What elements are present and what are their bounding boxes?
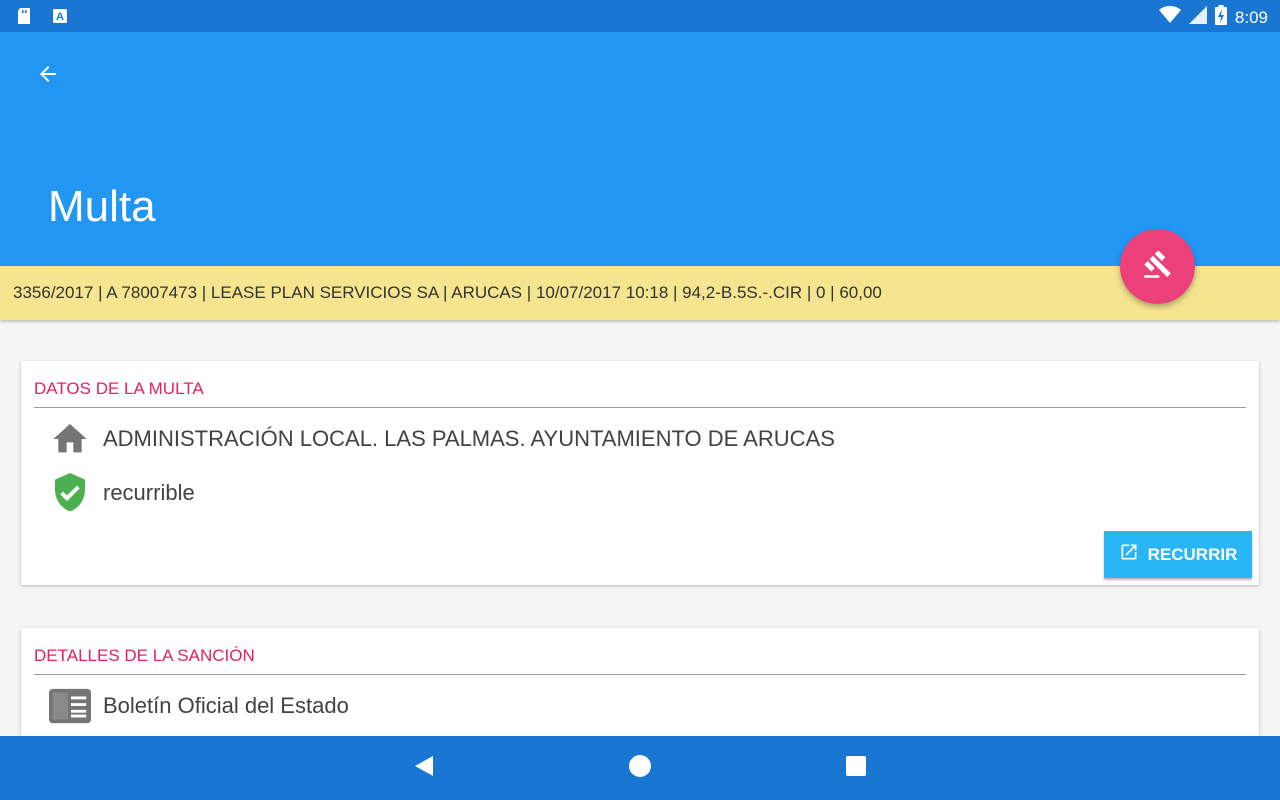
status-text: recurrible <box>103 480 195 505</box>
authority-row: ADMINISTRACIÓN LOCAL. LAS PALMAS. AYUNTA… <box>49 418 835 460</box>
nav-home-button[interactable] <box>624 752 656 784</box>
status-right: 8:09 <box>1158 5 1268 30</box>
open-external-icon <box>1119 542 1139 567</box>
status-left-icons: A <box>16 7 68 25</box>
card-header-sancion: DETALLES DE LA SANCIÓN <box>34 646 255 665</box>
divider <box>34 674 1246 675</box>
status-bar: A 8:09 <box>0 0 1280 32</box>
divider <box>34 407 1246 408</box>
newspaper-icon <box>49 685 91 727</box>
svg-text:A: A <box>56 11 64 23</box>
page-title: Multa <box>48 182 156 231</box>
gavel-icon <box>1143 249 1173 284</box>
status-row: recurrible <box>49 472 195 514</box>
nav-back-button[interactable] <box>408 752 440 784</box>
card-header-datos: DATOS DE LA MULTA <box>34 379 204 398</box>
wifi-icon <box>1158 6 1181 29</box>
source-row: Boletín Oficial del Estado <box>49 685 349 727</box>
home-icon <box>49 418 91 460</box>
arrow-left-icon <box>36 62 60 91</box>
sd-card-icon <box>16 7 32 25</box>
clock: 8:09 <box>1234 7 1268 27</box>
recents-square-icon <box>845 755 867 782</box>
source-text: Boletín Oficial del Estado <box>103 693 349 718</box>
fine-summary-text: 3356/2017 | A 78007473 | LEASE PLAN SERV… <box>13 283 882 302</box>
recurrir-label: RECURRIR <box>1147 544 1238 564</box>
fine-summary-strip: 3356/2017 | A 78007473 | LEASE PLAN SERV… <box>0 266 1280 320</box>
back-button[interactable] <box>28 56 68 96</box>
sanction-details-card: DETALLES DE LA SANCIÓN Boletín Oficial d… <box>21 628 1259 748</box>
nav-recents-button[interactable] <box>840 752 872 784</box>
battery-charging-icon <box>1214 5 1227 30</box>
shield-check-icon <box>49 472 91 514</box>
fine-data-card: DATOS DE LA MULTA ADMINISTRACIÓN LOCAL. … <box>21 361 1259 585</box>
recurrir-button[interactable]: RECURRIR <box>1104 531 1252 578</box>
back-triangle-icon <box>413 754 435 783</box>
accessibility-a-icon: A <box>52 7 68 25</box>
navigation-bar <box>0 736 1280 800</box>
home-circle-icon <box>628 754 652 783</box>
signal-icon <box>1188 6 1207 29</box>
app-bar: Multa <box>0 32 1280 266</box>
authority-text: ADMINISTRACIÓN LOCAL. LAS PALMAS. AYUNTA… <box>103 426 835 451</box>
gavel-fab-button[interactable] <box>1120 229 1195 304</box>
